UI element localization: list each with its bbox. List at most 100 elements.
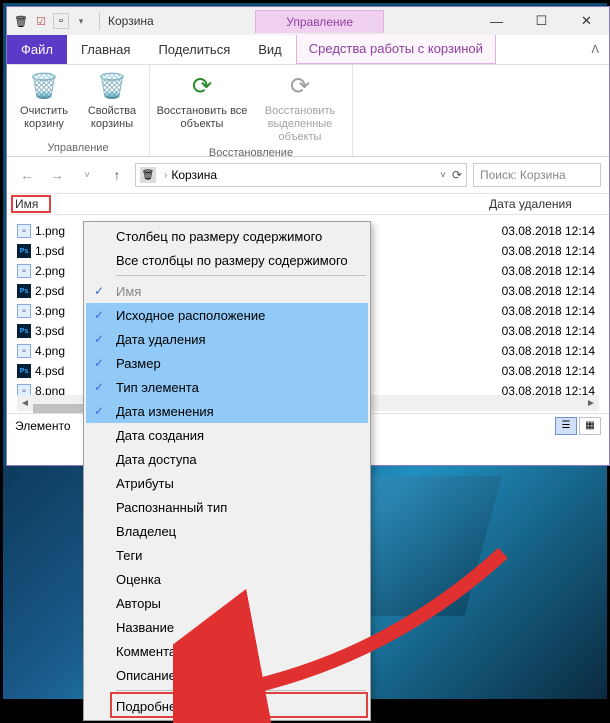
- address-row: ← → ˅ ↑ 🗑 › Корзина ˅ ⟳ Поиск: Корзина: [7, 157, 609, 193]
- restore-all-button[interactable]: ⟳ Восстановить все объекты: [156, 67, 248, 131]
- date-list: 03.08.2018 12:1403.08.2018 12:1403.08.20…: [502, 221, 595, 401]
- minimize-button[interactable]: —: [474, 7, 519, 35]
- nav-up-button[interactable]: ↑: [105, 163, 129, 187]
- empty-bin-label: Очистить корзину: [13, 105, 75, 131]
- file-row[interactable]: ▫1.png: [17, 221, 83, 241]
- refresh-icon[interactable]: ⟳: [452, 168, 462, 182]
- menu-col-size[interactable]: ✓Размер: [86, 351, 368, 375]
- recycle-bin-icon: 🗑: [13, 13, 29, 29]
- search-placeholder: Поиск: Корзина: [480, 168, 566, 182]
- menu-col-title[interactable]: Название: [86, 615, 368, 639]
- file-row[interactable]: Ps3.psd: [17, 321, 83, 341]
- location-icon: 🗑: [140, 167, 156, 183]
- menu-col-date-modified[interactable]: ✓Дата изменения: [86, 399, 368, 423]
- menu-col-perceived-type[interactable]: Распознанный тип: [86, 495, 368, 519]
- ribbon-group-manage: Управление: [13, 140, 143, 156]
- date-cell: 03.08.2018 12:14: [502, 341, 595, 361]
- qat-check-icon[interactable]: ☑: [33, 13, 49, 29]
- file-name: 2.png: [35, 264, 65, 278]
- date-cell: 03.08.2018 12:14: [502, 281, 595, 301]
- restore-selected-button: ⟳ Восстановить выделенные объекты: [254, 67, 346, 145]
- address-bar[interactable]: 🗑 › Корзина ˅ ⟳: [135, 163, 467, 187]
- menu-col-attributes[interactable]: Атрибуты: [86, 471, 368, 495]
- check-icon: ✓: [94, 308, 104, 322]
- file-name: 1.psd: [35, 244, 64, 258]
- menu-col-type[interactable]: ✓Тип элемента: [86, 375, 368, 399]
- date-cell: 03.08.2018 12:14: [502, 361, 595, 381]
- address-dropdown-icon[interactable]: ˅: [440, 170, 446, 181]
- png-file-icon: ▫: [17, 304, 31, 318]
- restore-all-icon: ⟳: [186, 71, 218, 103]
- scroll-left-icon[interactable]: ◄: [17, 395, 33, 411]
- psd-file-icon: Ps: [17, 364, 31, 378]
- date-cell: 03.08.2018 12:14: [502, 301, 595, 321]
- ribbon-group-restore: Восстановление: [156, 145, 346, 161]
- menu-col-file-description[interactable]: Описание файла: [86, 663, 368, 687]
- tab-home[interactable]: Главная: [67, 35, 144, 64]
- nav-forward-button: →: [45, 163, 69, 187]
- column-header-date-deleted[interactable]: Дата удаления: [481, 194, 609, 214]
- qat-doc-icon[interactable]: ▫: [53, 13, 69, 29]
- menu-size-all-columns[interactable]: Все столбцы по размеру содержимого: [86, 248, 368, 272]
- menu-col-name[interactable]: ✓Имя: [86, 279, 368, 303]
- menu-col-comments[interactable]: Комментарии: [86, 639, 368, 663]
- file-row[interactable]: Ps 2.psd: [17, 281, 83, 301]
- title-bar: 🗑 ☑ ▫ ▾ Корзина Управление — ☐ ✕: [7, 7, 609, 35]
- close-button[interactable]: ✕: [564, 7, 609, 35]
- restore-all-label: Восстановить все объекты: [156, 105, 248, 131]
- date-cell: 03.08.2018 12:14: [502, 241, 595, 261]
- file-row[interactable]: ▫4.png: [17, 341, 83, 361]
- check-icon: ✓: [94, 380, 104, 394]
- restore-selected-label: Восстановить выделенные объекты: [254, 105, 346, 145]
- menu-col-rating[interactable]: Оценка: [86, 567, 368, 591]
- tab-share[interactable]: Поделиться: [144, 35, 244, 64]
- psd-file-icon: Ps: [17, 324, 31, 338]
- col-name-label: Имя: [15, 197, 38, 211]
- menu-more-columns[interactable]: Подробнее...: [86, 694, 368, 718]
- menu-col-date-created[interactable]: Дата создания: [86, 423, 368, 447]
- file-menu[interactable]: Файл: [7, 35, 67, 64]
- file-name: 3.png: [35, 304, 65, 318]
- menu-separator: [116, 690, 366, 691]
- window-title: Корзина: [104, 14, 154, 28]
- restore-selected-icon: ⟳: [284, 71, 316, 103]
- menu-col-owner[interactable]: Владелец: [86, 519, 368, 543]
- empty-recycle-bin-button[interactable]: 🗑️ Очистить корзину: [13, 67, 75, 131]
- psd-file-icon: Ps: [17, 284, 31, 298]
- column-header-row: Имя Дата удаления: [7, 193, 609, 215]
- contextual-tab-header: Управление: [255, 10, 384, 33]
- menu-size-column[interactable]: Столбец по размеру содержимого: [86, 224, 368, 248]
- ribbon-tabs: Файл Главная Поделиться Вид Средства раб…: [7, 35, 609, 65]
- menu-col-authors[interactable]: Авторы: [86, 591, 368, 615]
- tab-recycle-tools[interactable]: Средства работы с корзиной: [296, 35, 496, 64]
- recycle-bin-properties-button[interactable]: 🗑️ Свойства корзины: [81, 67, 143, 131]
- psd-file-icon: Ps: [17, 244, 31, 258]
- file-name: 4.png: [35, 344, 65, 358]
- nav-recent-dropdown[interactable]: ˅: [75, 163, 99, 187]
- file-list: ▫1.png Ps 1.psd ▫2.png Ps 2.psd ▫ 3.png Ps3.psd▫…: [17, 221, 83, 401]
- file-row[interactable]: ▫ 3.png: [17, 301, 83, 321]
- column-header-name[interactable]: Имя: [7, 194, 79, 214]
- column-context-menu: Столбец по размеру содержимого Все столб…: [83, 221, 371, 721]
- trash-icon: 🗑️: [28, 71, 60, 103]
- maximize-button[interactable]: ☐: [519, 7, 564, 35]
- menu-col-original-location[interactable]: ✓Исходное расположение: [86, 303, 368, 327]
- qat-dropdown-icon[interactable]: ▾: [73, 13, 89, 29]
- date-cell: 03.08.2018 12:14: [502, 221, 595, 241]
- file-name: 4.psd: [35, 364, 64, 378]
- view-details-button[interactable]: ☰: [555, 417, 577, 435]
- tab-view[interactable]: Вид: [244, 35, 296, 64]
- scroll-right-icon[interactable]: ►: [583, 395, 599, 411]
- view-large-icons-button[interactable]: ▦: [579, 417, 601, 435]
- menu-col-tags[interactable]: Теги: [86, 543, 368, 567]
- search-input[interactable]: Поиск: Корзина: [473, 163, 601, 187]
- nav-back-button: ←: [15, 163, 39, 187]
- check-icon: ✓: [94, 284, 104, 298]
- menu-col-date-accessed[interactable]: Дата доступа: [86, 447, 368, 471]
- file-name: 2.psd: [35, 284, 64, 298]
- menu-col-date-deleted[interactable]: ✓Дата удаления: [86, 327, 368, 351]
- file-row[interactable]: Ps 1.psd: [17, 241, 83, 261]
- file-row[interactable]: Ps 4.psd: [17, 361, 83, 381]
- ribbon-collapse-icon[interactable]: ᐱ: [591, 43, 599, 56]
- file-row[interactable]: ▫2.png: [17, 261, 83, 281]
